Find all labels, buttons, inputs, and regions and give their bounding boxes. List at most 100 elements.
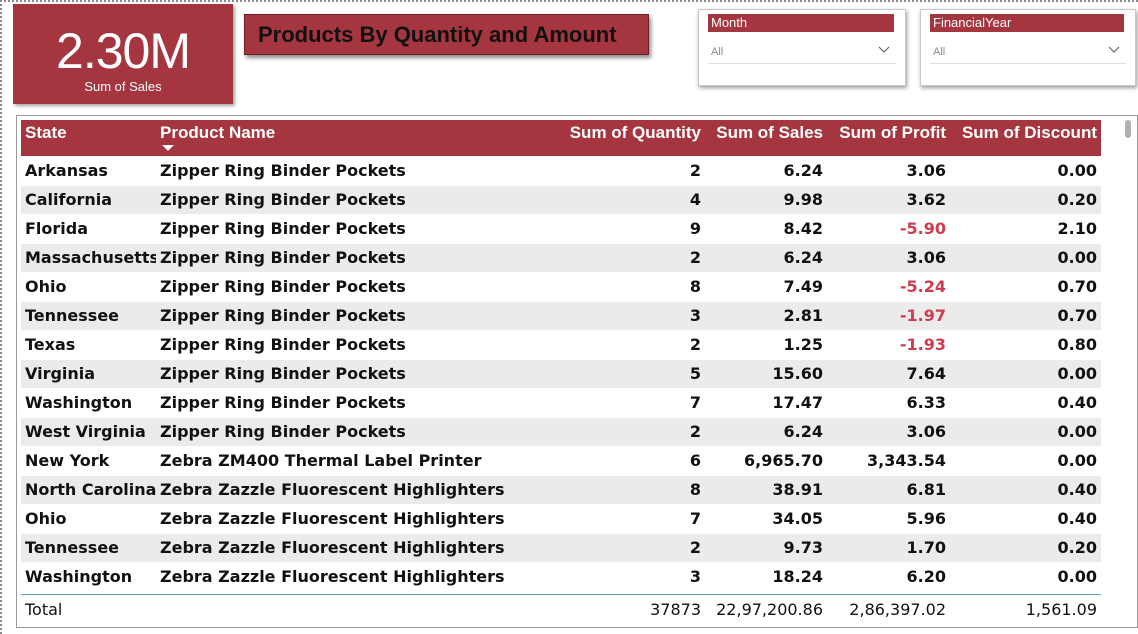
cell-profit: -1.93 <box>827 330 950 360</box>
month-slicer-header: Month <box>708 14 894 32</box>
total-sales: 22,97,200.86 <box>716 600 823 619</box>
cell-profit: -1.97 <box>827 301 950 331</box>
cell-sales: 6.24 <box>705 417 827 447</box>
chevron-down-icon <box>878 46 890 53</box>
cell-discount: 0.00 <box>950 417 1101 447</box>
cell-quantity: 5 <box>512 359 705 389</box>
table-scrollbar[interactable] <box>1125 120 1131 138</box>
table-row[interactable]: Texas Zipper Ring Binder Pockets 2 1.25 -1.9… <box>21 330 1101 360</box>
table-total-row: Total 37873 22,97,200.86 2,86,397.02 1,5… <box>21 594 1101 626</box>
kpi-value: 2.30M <box>56 23 191 79</box>
cell-sales: 9.98 <box>705 185 827 215</box>
column-header-state[interactable]: State <box>21 120 156 156</box>
cell-quantity: 2 <box>512 156 705 186</box>
products-table: State Product Name Sum of Quantity Sum o… <box>21 120 1101 592</box>
cell-sales: 6.24 <box>705 156 827 186</box>
cell-state: Florida <box>21 214 156 244</box>
cell-sales: 2.81 <box>705 301 827 331</box>
cell-state: Virginia <box>21 359 156 389</box>
sort-descending-icon <box>162 145 174 151</box>
cell-discount: 0.40 <box>950 504 1101 534</box>
cell-product-name: Zebra ZM400 Thermal Label Printer <box>156 446 512 476</box>
cell-profit: -5.90 <box>827 214 950 244</box>
cell-quantity: 4 <box>512 185 705 215</box>
cell-product-name: Zipper Ring Binder Pockets <box>156 243 512 273</box>
cell-profit: 3.06 <box>827 156 950 186</box>
table-row[interactable]: North Carolina Zebra Zazzle Fluorescent H… <box>21 475 1101 505</box>
cell-discount: 0.20 <box>950 533 1101 563</box>
cell-state: Ohio <box>21 504 156 534</box>
cell-state: Massachusetts <box>21 243 156 273</box>
total-product-empty <box>156 595 512 626</box>
cell-product-name: Zipper Ring Binder Pockets <box>156 388 512 418</box>
cell-state: California <box>21 185 156 215</box>
column-header-sum-of-quantity[interactable]: Sum of Quantity <box>512 120 705 156</box>
cell-profit: 6.81 <box>827 475 950 505</box>
cell-product-name: Zipper Ring Binder Pockets <box>156 214 512 244</box>
cell-profit: 1.70 <box>827 533 950 563</box>
cell-product-name: Zipper Ring Binder Pockets <box>156 185 512 215</box>
cell-state: Washington <box>21 388 156 418</box>
table-row[interactable]: Arkansas Zipper Ring Binder Pockets 2 6.24 3… <box>21 156 1101 186</box>
cell-sales: 8.42 <box>705 214 827 244</box>
table-row[interactable]: New York Zebra ZM400 Thermal Label Printe… <box>21 446 1101 476</box>
cell-state: Arkansas <box>21 156 156 186</box>
column-header-sum-of-profit[interactable]: Sum of Profit <box>827 120 950 156</box>
cell-state: Tennessee <box>21 301 156 331</box>
cell-product-name: Zebra Zazzle Fluorescent Highlighters <box>156 475 512 505</box>
table-row[interactable]: Virginia Zipper Ring Binder Pockets 5 15.60… <box>21 359 1101 389</box>
cell-sales: 34.05 <box>705 504 827 534</box>
total-quantity: 37873 <box>650 600 701 619</box>
financial-year-slicer-header: FinancialYear <box>930 14 1124 32</box>
cell-quantity: 6 <box>512 446 705 476</box>
column-header-product-name[interactable]: Product Name <box>156 120 512 156</box>
cell-discount: 0.00 <box>950 562 1101 592</box>
table-row[interactable]: Washington Zipper Ring Binder Pockets 7 17.… <box>21 388 1101 418</box>
table-row[interactable]: Tennessee Zebra Zazzle Fluorescent Highli… <box>21 533 1101 563</box>
cell-quantity: 8 <box>512 475 705 505</box>
cell-state: Washington <box>21 562 156 592</box>
cell-discount: 2.10 <box>950 214 1101 244</box>
sales-kpi-card[interactable]: 2.30M Sum of Sales <box>13 4 233 104</box>
table-row[interactable]: Massachusetts Zipper Ring Binder Pockets 2… <box>21 243 1101 273</box>
cell-product-name: Zebra Zazzle Fluorescent Highlighters <box>156 562 512 592</box>
table-row[interactable]: California Zipper Ring Binder Pockets 4 9.9… <box>21 185 1101 215</box>
cell-sales: 6,965.70 <box>705 446 827 476</box>
table-row[interactable]: Florida Zipper Ring Binder Pockets 9 8.42 -5… <box>21 214 1101 244</box>
cell-sales: 7.49 <box>705 272 827 302</box>
total-profit: 2,86,397.02 <box>849 600 946 619</box>
cell-quantity: 2 <box>512 417 705 447</box>
cell-profit: 5.96 <box>827 504 950 534</box>
table-row[interactable]: Ohio Zebra Zazzle Fluorescent Highlighter… <box>21 504 1101 534</box>
cell-quantity: 9 <box>512 214 705 244</box>
column-header-sum-of-discount[interactable]: Sum of Discount <box>950 120 1101 156</box>
cell-sales: 6.24 <box>705 243 827 273</box>
column-header-sum-of-sales[interactable]: Sum of Sales <box>705 120 827 156</box>
cell-profit: 3.62 <box>827 185 950 215</box>
month-dropdown[interactable]: All <box>708 40 896 64</box>
cell-product-name: Zipper Ring Binder Pockets <box>156 359 512 389</box>
cell-sales: 38.91 <box>705 475 827 505</box>
financial-year-slicer: FinancialYear All <box>920 9 1136 86</box>
table-row[interactable]: West Virginia Zipper Ring Binder Pockets 2… <box>21 417 1101 447</box>
kpi-label: Sum of Sales <box>84 79 162 94</box>
table-row[interactable]: Ohio Zipper Ring Binder Pockets 8 7.49 -5.24… <box>21 272 1101 302</box>
cell-quantity: 3 <box>512 562 705 592</box>
table-row[interactable]: Tennessee Zipper Ring Binder Pockets 3 2.81… <box>21 301 1101 331</box>
financial-year-dropdown[interactable]: All <box>930 40 1126 64</box>
cell-discount: 0.20 <box>950 185 1101 215</box>
chevron-down-icon <box>1108 46 1120 53</box>
table-row[interactable]: Washington Zebra Zazzle Fluorescent Highl… <box>21 562 1101 592</box>
cell-state: West Virginia <box>21 417 156 447</box>
month-dropdown-value: All <box>711 46 724 58</box>
cell-sales: 18.24 <box>705 562 827 592</box>
cell-sales: 9.73 <box>705 533 827 563</box>
cell-discount: 0.00 <box>950 446 1101 476</box>
cell-sales: 15.60 <box>705 359 827 389</box>
cell-discount: 0.00 <box>950 156 1101 186</box>
total-discount: 1,561.09 <box>1025 600 1097 619</box>
cell-quantity: 2 <box>512 243 705 273</box>
cell-quantity: 3 <box>512 301 705 331</box>
column-header-product-name-label: Product Name <box>160 123 276 142</box>
cell-quantity: 8 <box>512 272 705 302</box>
